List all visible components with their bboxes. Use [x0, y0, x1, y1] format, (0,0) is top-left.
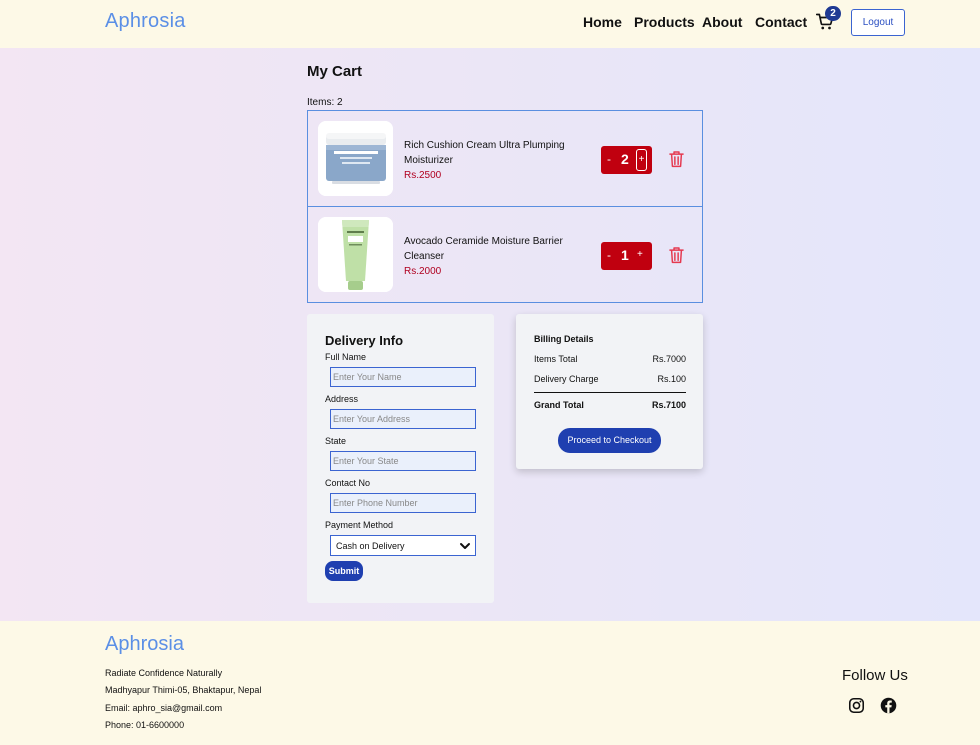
- nav-about[interactable]: About: [702, 14, 742, 30]
- footer-brand: Aphrosia: [105, 633, 184, 655]
- decrease-button[interactable]: -: [607, 248, 611, 262]
- cart-item: Avocado Ceramide Moisture Barrier Cleans…: [308, 207, 702, 303]
- instagram-icon[interactable]: [848, 697, 865, 714]
- checkout-button[interactable]: Proceed to Checkout: [558, 428, 661, 453]
- nav-home[interactable]: Home: [583, 14, 622, 30]
- increase-button[interactable]: +: [637, 249, 643, 260]
- state-label: State: [325, 436, 347, 446]
- follow-us-heading: Follow Us: [842, 667, 908, 684]
- payment-method-label: Payment Method: [325, 520, 394, 530]
- site-header: Aphrosia Home Products About Contact 2 L…: [0, 0, 980, 48]
- full-name-label: Full Name: [325, 352, 367, 362]
- items-count: Items: 2: [307, 97, 343, 108]
- quantity-value: 1: [621, 247, 629, 263]
- delivery-form: Delivery Info Full Name Enter Your Name …: [307, 314, 494, 603]
- delivery-charge-value: Rs.100: [657, 374, 686, 384]
- chevron-down-icon: [460, 543, 470, 549]
- nav-products[interactable]: Products: [634, 14, 695, 30]
- divider: [534, 392, 686, 393]
- grand-total-row: Grand Total Rs.7100: [534, 400, 686, 410]
- state-input[interactable]: Enter Your State: [330, 451, 476, 471]
- product-info: Avocado Ceramide Moisture Barrier Cleans…: [404, 234, 579, 279]
- product-info: Rich Cushion Cream Ultra Plumping Moistu…: [404, 138, 579, 183]
- quantity-stepper: - 2 +: [601, 146, 652, 174]
- payment-method-value: Cash on Delivery: [336, 541, 405, 551]
- footer-phone: Phone: 01-6600000: [105, 720, 185, 730]
- delivery-charge-label: Delivery Charge: [534, 374, 599, 384]
- billing-title: Billing Details: [534, 334, 594, 344]
- contact-input[interactable]: Enter Phone Number: [330, 493, 476, 513]
- cart-list: Rich Cushion Cream Ultra Plumping Moistu…: [307, 110, 703, 303]
- footer-tagline: Radiate Confidence Naturally: [105, 668, 223, 678]
- brand-logo[interactable]: Aphrosia: [105, 10, 186, 33]
- cart-item: Rich Cushion Cream Ultra Plumping Moistu…: [308, 111, 702, 207]
- billing-details: Billing Details Items Total Rs.7000 Deli…: [516, 314, 703, 469]
- product-name: Avocado Ceramide Moisture Barrier Cleans…: [404, 236, 563, 262]
- product-price: Rs.2000: [404, 266, 442, 277]
- delivery-charge-row: Delivery Charge Rs.100: [534, 374, 686, 384]
- product-name: Rich Cushion Cream Ultra Plumping Moistu…: [404, 140, 565, 166]
- cart-count-badge: 2: [825, 6, 841, 21]
- grand-total-label: Grand Total: [534, 400, 584, 410]
- items-total-label: Items Total: [534, 354, 578, 364]
- facebook-icon[interactable]: [880, 697, 897, 714]
- grand-total-value: Rs.7100: [651, 400, 686, 410]
- cart-title: My Cart: [307, 63, 363, 80]
- submit-button[interactable]: Submit: [325, 561, 363, 581]
- decrease-button[interactable]: -: [607, 152, 611, 166]
- product-price: Rs.2500: [404, 170, 442, 181]
- trash-icon[interactable]: [668, 246, 685, 264]
- address-label: Address: [325, 394, 359, 404]
- payment-method-select[interactable]: Cash on Delivery: [330, 535, 476, 556]
- trash-icon[interactable]: [668, 150, 685, 168]
- address-input[interactable]: Enter Your Address: [330, 409, 476, 429]
- quantity-value: 2: [621, 151, 629, 167]
- quantity-stepper: - 1 +: [601, 242, 652, 270]
- items-total-value: Rs.7000: [652, 354, 686, 364]
- product-image-cleanser-tube: [318, 217, 393, 292]
- increase-button[interactable]: +: [636, 149, 647, 171]
- full-name-input[interactable]: Enter Your Name: [330, 367, 476, 387]
- product-image-cream-jar: [318, 121, 393, 196]
- footer-address: Madhyapur Thimi-05, Bhaktapur, Nepal: [105, 685, 262, 695]
- footer-email: Email: aphro_sia@gmail.com: [105, 703, 223, 713]
- logout-button[interactable]: Logout: [851, 9, 905, 36]
- contact-label: Contact No: [325, 478, 371, 488]
- nav-contact[interactable]: Contact: [755, 14, 807, 30]
- items-total-row: Items Total Rs.7000: [534, 354, 686, 364]
- site-footer: Aphrosia Radiate Confidence Naturally Ma…: [0, 621, 980, 745]
- delivery-title: Delivery Info: [325, 333, 404, 348]
